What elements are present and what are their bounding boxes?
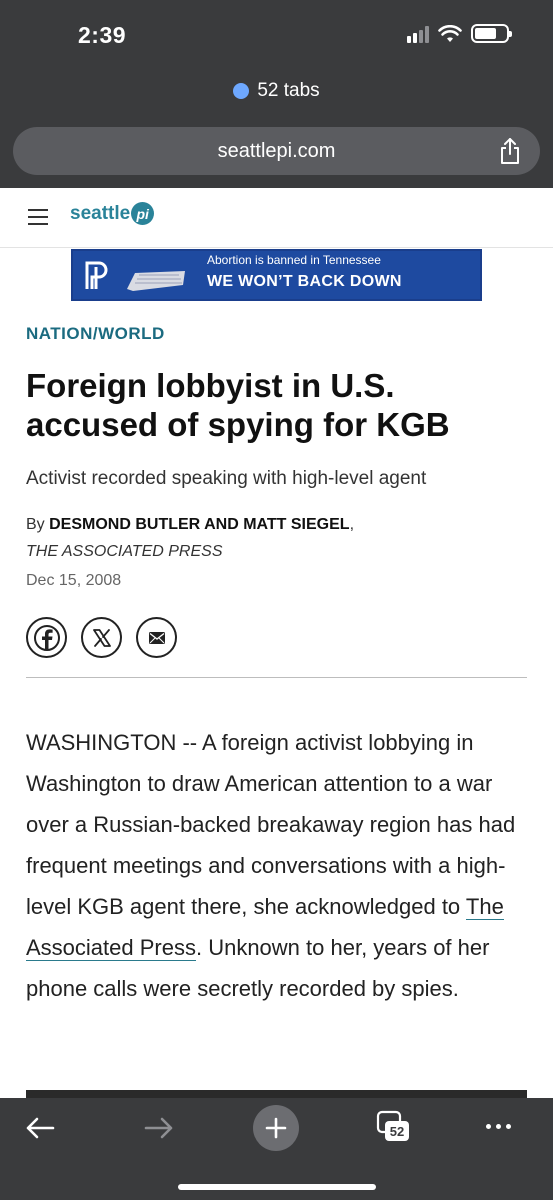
logo-text: seattle xyxy=(70,202,131,224)
share-icon[interactable] xyxy=(498,137,522,165)
email-share-button[interactable] xyxy=(136,617,177,658)
ad-text-line2: WE WON’T BACK DOWN xyxy=(207,273,402,290)
byline-authors[interactable]: DESMOND BUTLER AND MATT SIEGEL xyxy=(49,516,349,533)
article-date: Dec 15, 2008 xyxy=(26,572,122,589)
back-button[interactable] xyxy=(20,1112,60,1144)
url-bar[interactable]: seattlepi.com xyxy=(13,127,540,175)
email-icon xyxy=(148,631,165,644)
browser-top-bar: 2:39 52 tabs seattlepi.com xyxy=(0,0,553,188)
back-arrow-icon xyxy=(26,1117,55,1139)
ad-logo-icon xyxy=(79,255,113,295)
site-logo[interactable]: seattle pi xyxy=(70,202,155,225)
article-headline: Foreign lobbyist in U.S. accused of spyi… xyxy=(26,367,450,443)
more-options-button[interactable] xyxy=(484,1112,513,1141)
battery-icon xyxy=(471,24,512,43)
facebook-share-button[interactable] xyxy=(26,617,67,658)
ad-banner[interactable]: Abortion is banned in Tennessee WE WON’T… xyxy=(71,249,482,301)
forward-button[interactable] xyxy=(139,1112,179,1144)
article-divider xyxy=(26,677,527,678)
status-icons xyxy=(407,24,512,43)
forward-arrow-icon xyxy=(144,1117,173,1139)
ad-text-line1: Abortion is banned in Tennessee xyxy=(207,253,381,267)
url-text: seattlepi.com xyxy=(217,140,336,162)
home-indicator[interactable] xyxy=(178,1184,376,1190)
wifi-icon xyxy=(438,24,462,42)
byline-prefix: By xyxy=(26,516,50,533)
tabs-button[interactable]: 52 xyxy=(376,1110,412,1144)
plus-icon xyxy=(265,1117,287,1139)
facebook-icon xyxy=(33,624,60,651)
byline-suffix: , xyxy=(349,516,355,533)
article-byline: By DESMOND BUTLER AND MATT SIEGEL, xyxy=(26,516,354,534)
article-organization: THE ASSOCIATED PRESS xyxy=(26,543,223,560)
hamburger-menu-icon[interactable] xyxy=(28,209,48,225)
x-share-button[interactable] xyxy=(81,617,122,658)
browser-bottom-toolbar: 52 xyxy=(0,1098,553,1200)
tab-count-badge: 52 xyxy=(385,1121,409,1141)
body-text-part1: WASHINGTON -- A foreign activist lobbyin… xyxy=(26,730,516,919)
status-time: 2:39 xyxy=(78,22,127,48)
article-subheadline: Activist recorded speaking with high-lev… xyxy=(26,468,427,489)
tab-count-indicator[interactable]: 52 tabs xyxy=(0,80,553,102)
x-icon xyxy=(92,628,111,647)
tab-dot-icon xyxy=(233,83,250,99)
logo-badge: pi xyxy=(131,202,155,225)
new-tab-button[interactable] xyxy=(253,1105,299,1151)
article-body: WASHINGTON -- A foreign activist lobbyin… xyxy=(26,722,531,1009)
article-category[interactable]: NATION/WORLD xyxy=(26,324,165,344)
site-header: seattle pi xyxy=(0,188,553,248)
more-icon xyxy=(486,1124,491,1129)
cellular-signal-icon xyxy=(407,25,429,43)
tabs-label: 52 tabs xyxy=(257,80,320,101)
share-buttons xyxy=(26,617,177,658)
